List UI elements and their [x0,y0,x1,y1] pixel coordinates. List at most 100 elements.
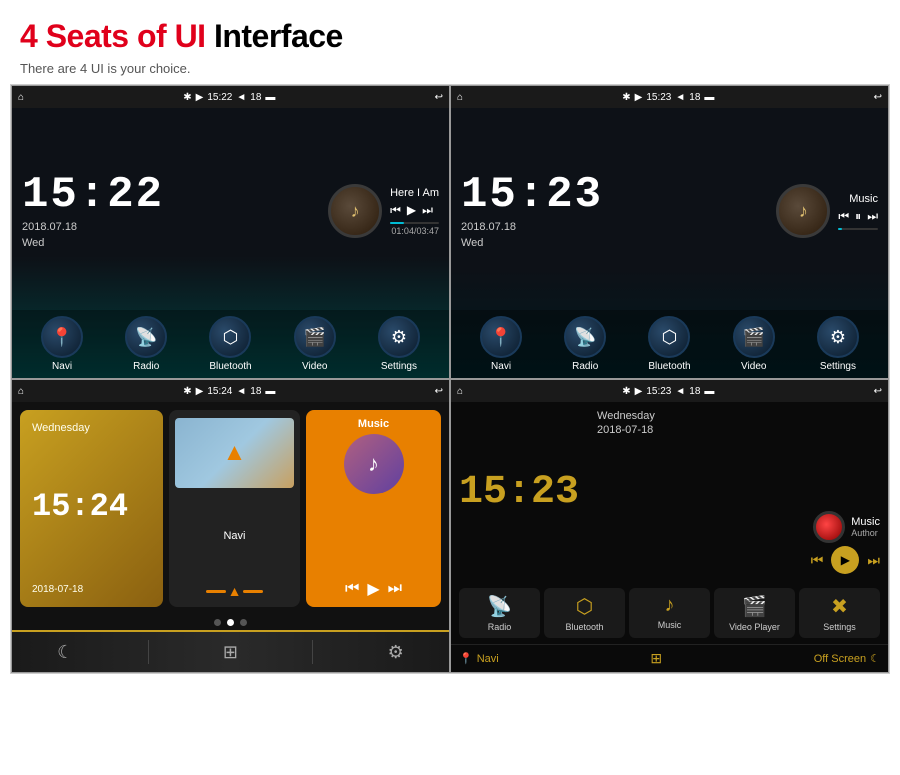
battery-level: 18 [250,92,261,103]
status-bar-3: ⌂ ✱ ▶ 15:24 ◄ 18 ▬ ↩ [12,380,449,402]
radio-icon-2: 📡 [564,316,606,358]
ui3-cards: Wednesday 15:24 2018-07-18 ▲ Navi ▲ [12,402,449,615]
bluetooth-app-icon-2: ⬡ [648,316,690,358]
prev-btn-1[interactable]: ⏮ [390,203,401,218]
back-icon-2[interactable]: ↩ [874,92,882,103]
navi-icon-1: 📍 [41,316,83,358]
ui4-settings-icon: ✖ [831,594,848,619]
next-btn-3[interactable]: ⏭ [388,580,402,598]
ui2-clock: 15:23 2018.07.18 Wed [461,173,603,249]
ui4-navi-btn[interactable]: 📍 Navi [459,652,499,665]
ui4-video-icon: 🎬 [742,594,767,619]
ui4-app-bluetooth[interactable]: ⬡ Bluetooth [544,588,625,638]
ui4-play[interactable]: ▶ [831,546,859,574]
music-progress-1 [390,222,439,224]
time-2: 15:23 [646,92,671,103]
bluetooth-label-1: Bluetooth [209,361,251,372]
ui4-app-video[interactable]: 🎬 Video Player [714,588,795,638]
ui4-app-settings[interactable]: ✖ Settings [799,588,880,638]
next-btn-1[interactable]: ⏭ [422,203,433,218]
screen-icon-3: ▬ [265,386,275,397]
ui4-offscreen-icon: ☾ [870,652,880,665]
ui1-date: 2018.07.18 [22,221,164,233]
app-bluetooth-1[interactable]: ⬡ Bluetooth [209,316,251,372]
bat-icon-4: ◄ [675,386,685,397]
record-btn[interactable] [813,511,845,543]
home-icon-3: ⌂ [18,386,24,397]
ui4-controls: ⏮ ▶ ⏭ [811,546,880,574]
sleep-btn[interactable]: ☾ [57,642,73,663]
ui4-apps-icon[interactable]: ⊞ [650,650,662,667]
bat-level-2: 18 [689,92,700,103]
ui-cell-2: ⌂ ✱ ▶ 15:23 ◄ 18 ▬ ↩ 15:23 2018.07.18 We… [450,85,889,379]
ui4-bluetooth-label: Bluetooth [565,622,603,632]
video-label-1: Video [302,361,327,372]
back-icon-3[interactable]: ↩ [435,386,443,397]
settings-taskbar-btn[interactable]: ⚙ [388,642,404,663]
ui4-offscreen-btn[interactable]: Off Screen ☾ [814,652,880,665]
screen-icon-2: ▬ [704,92,714,103]
status-bar-2: ⌂ ✱ ▶ 15:23 ◄ 18 ▬ ↩ [451,86,888,108]
page-header: 4 Seats of UI Interface There are 4 UI i… [0,0,900,84]
ui-cell-1: ⌂ ✱ ▶ 15:22 ◄ 18 ▬ ↩ 15:22 2018.07.18 W [11,85,450,379]
grid-btn[interactable]: ⊞ [223,642,238,663]
ui4-apps: 📡 Radio ⬡ Bluetooth ♪ Music 🎬 Video Play… [451,582,888,644]
ui4-app-music[interactable]: ♪ Music [629,588,710,638]
app-radio-1[interactable]: 📡 Radio [125,316,167,372]
music-info-1: Here I Am ⏮ ▶ ⏭ 01:04/03:47 [390,187,439,236]
card-day: Wednesday [32,422,151,434]
ui4-radio-icon: 📡 [487,594,512,619]
app-video-1[interactable]: 🎬 Video [294,316,336,372]
page-subtitle: There are 4 UI is your choice. [20,61,880,76]
ui1-main: 15:22 2018.07.18 Wed Here I Am ⏮ ▶ ⏭ [12,108,449,310]
navi-icon-2: 📍 [480,316,522,358]
app-bluetooth-2[interactable]: ⬡ Bluetooth [648,316,690,372]
ui4-app-radio[interactable]: 📡 Radio [459,588,540,638]
prev-btn-3[interactable]: ⏮ [345,580,359,598]
app-navi-2[interactable]: 📍 Navi [480,316,522,372]
back-icon-4[interactable]: ↩ [874,386,882,397]
navi-map: ▲ [175,418,294,488]
ui4-prev[interactable]: ⏮ [811,552,824,569]
pause-btn-2[interactable]: ⏸ [855,209,861,224]
ui4-time: 15:23 [459,470,579,515]
back-icon[interactable]: ↩ [435,92,443,103]
music-card-label: Music [358,418,389,430]
dot-1 [214,619,221,626]
ui2-body: 15:23 2018.07.18 Wed Music ⏮ ⏸ ⏭ [451,108,888,378]
music-controls-1: ⏮ ▶ ⏭ [390,203,439,218]
ui2-apps: 📍 Navi 📡 Radio ⬡ Bluetooth 🎬 Video ⚙ [451,310,888,378]
ui4-navi-icon: 📍 [459,652,473,665]
ui4-next[interactable]: ⏭ [867,552,880,569]
app-video-2[interactable]: 🎬 Video [733,316,775,372]
bt-icon-4: ✱ [622,386,630,397]
card-date: 2018-07-18 [32,584,151,595]
app-settings-2[interactable]: ⚙ Settings [817,316,859,372]
app-settings-1[interactable]: ⚙ Settings [378,316,420,372]
navi-wave: ▲ [206,583,264,599]
progress-fill-1 [390,222,404,224]
ui2-time: 15:23 [461,173,603,217]
song-name-2: Music [838,193,878,205]
ui3-taskbar: ☾ ⊞ ⚙ [12,630,449,672]
music-time-1: 01:04/03:47 [390,226,439,236]
card-clock: Wednesday 15:24 2018-07-18 [20,410,163,607]
app-navi-1[interactable]: 📍 Navi [41,316,83,372]
next-btn-2[interactable]: ⏭ [867,209,878,224]
radio-icon-1: 📡 [125,316,167,358]
ui2-day: Wed [461,237,603,249]
dot-2 [227,619,234,626]
ui4-offscreen-label: Off Screen [814,653,866,665]
divider-1 [148,640,149,664]
prev-btn-2[interactable]: ⏮ [838,209,849,224]
play-btn-3[interactable]: ▶ [367,579,379,599]
ui4-settings-label: Settings [823,622,856,632]
radio-label-2: Radio [572,361,598,372]
pagination-dots [12,615,449,630]
ui-cell-4: ⌂ ✱ ▶ 15:23 ◄ 18 ▬ ↩ 15:23 [450,379,889,673]
play-btn-1[interactable]: ▶ [407,203,416,217]
ui2-music: Music ⏮ ⏸ ⏭ [613,184,878,238]
home-icon-2: ⌂ [457,92,463,103]
card-navi[interactable]: ▲ Navi ▲ [169,410,300,607]
app-radio-2[interactable]: 📡 Radio [564,316,606,372]
